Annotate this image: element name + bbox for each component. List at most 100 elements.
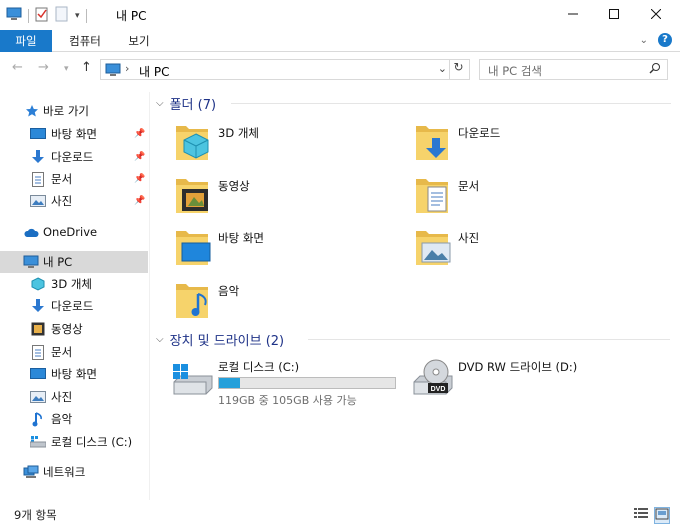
folder-label: 사진 <box>458 231 480 245</box>
back-arrow-icon[interactable]: ← <box>12 60 23 75</box>
videos-folder-icon <box>172 173 214 217</box>
close-icon <box>650 8 662 22</box>
tab-file[interactable]: 파일 <box>0 30 52 52</box>
close-button[interactable] <box>633 0 679 30</box>
drive-label: DVD RW 드라이브 (D:) <box>458 360 578 374</box>
sidebar-item-pictures-pc[interactable]: 사진 <box>0 386 148 408</box>
help-icon[interactable]: ? <box>658 33 672 47</box>
breadcrumb-chevron-icon[interactable]: › <box>125 62 129 75</box>
group-title: 폴더 (7) <box>169 97 217 113</box>
expand-ribbon-icon[interactable]: ⌄ <box>640 35 648 46</box>
large-icons-view-icon[interactable] <box>654 507 670 524</box>
new-folder-icon[interactable] <box>55 6 69 25</box>
customize-toolbar-icon[interactable]: ▾ <box>75 11 80 21</box>
recent-locations-icon[interactable]: ▾ <box>64 64 69 74</box>
sidebar-item-label: 바탕 화면 <box>51 367 97 381</box>
drive-item-local-disk[interactable]: 로컬 디스크 (C:) 119GB 중 105GB 사용 가능 <box>152 354 412 407</box>
maximize-button[interactable] <box>591 0 637 30</box>
address-dropdown-icon[interactable]: ⌄ <box>438 62 447 75</box>
sidebar-item-label: 바로 가기 <box>43 104 89 118</box>
3d-objects-folder-icon <box>172 120 214 164</box>
ribbon-tabs: 파일 컴퓨터 보기 ⌄ ? <box>0 30 680 52</box>
status-bar: 9개 항목 <box>0 503 680 526</box>
folder-label: 바탕 화면 <box>218 231 264 245</box>
collapse-chevron-icon[interactable]: ⌵ <box>156 334 164 345</box>
collapse-chevron-icon[interactable]: ⌵ <box>156 98 164 109</box>
breadcrumb-this-pc[interactable]: 내 PC <box>139 63 169 80</box>
folder-item-3d-objects[interactable]: 3D 개체 <box>152 120 382 168</box>
local-disk-icon <box>30 434 46 450</box>
forward-arrow-icon[interactable]: → <box>38 60 49 75</box>
minimize-button[interactable] <box>550 0 596 30</box>
sidebar-item-downloads-pc[interactable]: 다운로드 <box>0 295 148 317</box>
search-input[interactable]: 내 PC 검색 <box>479 59 668 80</box>
sidebar-item-label: OneDrive <box>43 225 98 239</box>
sidebar-item-pictures[interactable]: 사진 📌 <box>0 190 148 212</box>
video-icon <box>30 321 46 337</box>
sidebar-item-3d-objects[interactable]: 3D 개체 <box>0 273 148 295</box>
up-arrow-icon[interactable]: ↑ <box>81 60 92 75</box>
desktop-icon <box>30 366 46 382</box>
cloud-icon <box>23 224 39 240</box>
sidebar-item-music[interactable]: 음악 <box>0 408 148 430</box>
pin-icon[interactable]: 📌 <box>134 152 145 162</box>
sidebar-item-documents-pc[interactable]: 문서 <box>0 341 148 363</box>
pin-icon[interactable]: 📌 <box>134 174 145 184</box>
desktop-icon <box>30 126 46 142</box>
download-icon <box>30 149 46 165</box>
folder-item-music[interactable]: 음악 <box>152 278 382 326</box>
folders-group-header[interactable]: ⌵ 폴더 (7) <box>156 93 676 113</box>
sidebar-item-network[interactable]: 네트워크 <box>0 461 148 483</box>
window-title: 내 PC <box>116 9 147 23</box>
drive-free-space: 119GB 중 105GB 사용 가능 <box>218 394 357 407</box>
title-bar: ▾ 내 PC <box>0 0 680 30</box>
refresh-icon[interactable]: ↻ <box>449 60 467 79</box>
download-icon <box>30 298 46 314</box>
sidebar-item-local-disk[interactable]: 로컬 디스크 (C:) <box>0 431 148 453</box>
desktop-folder-icon <box>172 225 214 269</box>
sidebar-item-quick-access[interactable]: 바로 가기 <box>0 100 148 122</box>
toolbar-separator <box>28 8 29 23</box>
sidebar-item-label: 내 PC <box>43 255 73 269</box>
sidebar-item-downloads[interactable]: 다운로드 📌 <box>0 146 148 168</box>
sidebar-item-label: 로컬 디스크 (C:) <box>51 435 133 449</box>
drive-item-dvd[interactable]: DVD DVD RW 드라이브 (D:) <box>392 354 672 402</box>
properties-icon[interactable] <box>35 6 49 25</box>
tab-computer[interactable]: 컴퓨터 <box>58 30 112 52</box>
sidebar-item-label: 다운로드 <box>51 299 94 313</box>
folder-item-videos[interactable]: 동영상 <box>152 173 382 221</box>
sidebar-item-onedrive[interactable]: OneDrive <box>0 221 148 243</box>
drive-usage-fill <box>219 378 240 388</box>
folder-label: 3D 개체 <box>218 126 259 140</box>
folder-label: 문서 <box>458 179 480 193</box>
tab-view[interactable]: 보기 <box>118 30 160 52</box>
folder-item-documents[interactable]: 문서 <box>392 173 622 221</box>
search-icon[interactable] <box>649 62 661 77</box>
item-count: 9개 항목 <box>14 508 57 522</box>
sidebar-item-desktop-pc[interactable]: 바탕 화면 <box>0 363 148 385</box>
3d-objects-icon <box>30 276 46 292</box>
details-view-icon[interactable] <box>634 507 648 524</box>
group-divider <box>308 339 670 340</box>
folder-item-downloads[interactable]: 다운로드 <box>392 120 622 168</box>
sidebar-item-videos[interactable]: 동영상 <box>0 318 148 340</box>
folder-item-desktop[interactable]: 바탕 화면 <box>152 225 382 273</box>
folder-item-pictures[interactable]: 사진 <box>392 225 622 273</box>
navigation-pane: 바로 가기 바탕 화면 📌 다운로드 📌 문서 📌 사진 📌 OneDrive … <box>0 92 150 500</box>
group-divider <box>231 103 671 104</box>
pictures-icon <box>30 193 46 209</box>
navigation-bar: ← → ▾ ↑ › 내 PC ⌄ ↻ 내 PC 검색 <box>0 56 680 82</box>
address-bar[interactable]: › 내 PC ⌄ ↻ <box>100 59 470 80</box>
svg-text:DVD: DVD <box>431 386 446 393</box>
drive-usage-bar <box>218 377 396 389</box>
pin-icon[interactable]: 📌 <box>134 129 145 139</box>
sidebar-item-documents[interactable]: 문서 📌 <box>0 168 148 190</box>
sidebar-item-label: 문서 <box>51 345 73 359</box>
sidebar-item-this-pc[interactable]: 내 PC <box>0 251 148 273</box>
quick-access-toolbar: ▾ <box>6 6 87 25</box>
sidebar-item-label: 동영상 <box>51 322 83 336</box>
devices-group-header[interactable]: ⌵ 장치 및 드라이브 (2) <box>156 329 676 349</box>
pin-icon[interactable]: 📌 <box>134 196 145 206</box>
sidebar-item-desktop[interactable]: 바탕 화면 📌 <box>0 123 148 145</box>
content-view: ⌵ 폴더 (7) 3D 개체 다운로드 동영상 문서 바탕 화면 사진 음악 ⌵… <box>152 88 678 498</box>
